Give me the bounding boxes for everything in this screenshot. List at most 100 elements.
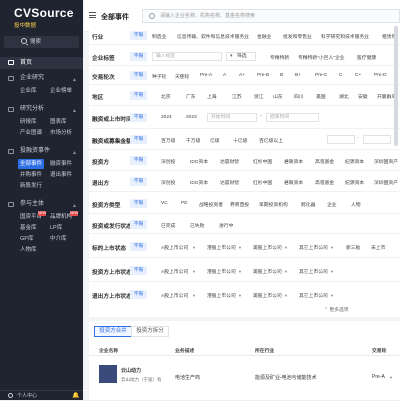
filter-option[interactable]: 深创投 — [161, 158, 175, 165]
tag-input[interactable]: 输入标签 — [152, 52, 222, 61]
filter-option[interactable]: 君联资本 — [284, 179, 303, 186]
filter-option[interactable]: 君联资本 — [284, 158, 303, 165]
filter-option[interactable]: 达晨财智 — [220, 158, 239, 165]
filter-option[interactable]: IDG资本 — [190, 158, 208, 165]
filter-option[interactable]: 专精特新"小巨人"企业 — [298, 54, 345, 61]
sidebar-item-intermediary[interactable]: 中介库 — [50, 234, 67, 244]
start-date-input[interactable]: 开始时间 — [207, 113, 257, 122]
scrollbar[interactable] — [394, 26, 398, 146]
sidebar-item-ipo[interactable]: 新股发行 — [20, 181, 42, 191]
filter-option[interactable]: 科学研究和技术服务业 — [321, 33, 369, 40]
unlimited-option[interactable]: 不限 — [130, 177, 147, 186]
sidebar-bottom[interactable]: 个人中心 🔔 — [0, 390, 83, 400]
unlimited-option[interactable]: 不限 — [130, 220, 147, 229]
sidebar-item-lp[interactable]: LP库 — [50, 223, 62, 233]
unlimited-option[interactable]: 不限 — [130, 91, 147, 100]
unlimited-option[interactable]: 不限 — [130, 290, 147, 299]
filter-option[interactable]: 早期投资机构 — [259, 201, 288, 208]
filter-option[interactable]: 美股上市公司 — [253, 244, 282, 251]
sidebar-search[interactable]: 搜索 — [4, 36, 79, 48]
sidebar-item-brand-org[interactable]: 品牌机构 — [50, 212, 72, 222]
filter-option[interactable]: 专精特新 — [270, 54, 289, 61]
unlimited-option[interactable]: 不限 — [130, 199, 147, 208]
more-options-toggle[interactable]: ⌃ 更多选项 — [324, 306, 349, 313]
unlimited-option[interactable]: 不限 — [130, 52, 147, 61]
filter-option[interactable]: 2023 — [186, 115, 197, 120]
filter-option[interactable]: 其它上市公司 — [299, 244, 328, 251]
sidebar-item-market[interactable]: 市场分析 — [50, 128, 72, 138]
sidebar-item-industry-map[interactable]: 产业图谱 — [20, 128, 42, 138]
filter-option[interactable]: A股上市公司 — [161, 244, 188, 251]
filter-option[interactable]: 已失败 — [190, 222, 204, 229]
filter-option[interactable]: 红杉中国 — [253, 179, 272, 186]
filter-option[interactable]: 亿级 — [210, 137, 220, 144]
sidebar-section-participants[interactable]: 参与主体 ▲ — [0, 199, 83, 210]
filter-option[interactable]: 纪源资本 — [345, 179, 364, 186]
filter-option[interactable]: 深圳国资产 — [374, 179, 398, 186]
filter-option[interactable]: Pre-C — [315, 73, 328, 78]
filter-option[interactable]: 其它上市公司 — [299, 268, 328, 275]
unlimited-option[interactable]: 不限 — [130, 156, 147, 165]
filter-option[interactable]: 券商直投 — [230, 201, 249, 208]
filter-option[interactable]: 2024 — [161, 115, 172, 120]
filter-option[interactable]: 制造业 — [152, 33, 166, 40]
filter-option[interactable]: 上海 — [207, 93, 217, 100]
chevron-down-icon[interactable]: ▼ — [389, 375, 393, 380]
filter-option[interactable]: 深圳国资产 — [374, 158, 398, 165]
sidebar-section-research[interactable]: 研究分析 ▲ — [0, 104, 83, 115]
filter-option[interactable]: 未上市 — [371, 244, 385, 251]
filter-option[interactable]: 广东 — [186, 93, 196, 100]
filter-option[interactable]: 金融业 — [257, 33, 271, 40]
sidebar-item-gp[interactable]: GP库 — [20, 234, 33, 244]
filter-option[interactable]: 高瓴基金 — [315, 158, 334, 165]
filter-option[interactable]: 港股上市公司 — [207, 292, 236, 299]
sidebar-item-mna[interactable]: 并购事件 — [20, 170, 42, 180]
filter-option[interactable]: 红杉中国 — [253, 158, 272, 165]
filter-option[interactable]: 信息传输、软件和信息技术服务业 — [177, 33, 249, 40]
filter-option[interactable]: PE — [181, 201, 187, 206]
filter-option[interactable]: 深创投 — [161, 179, 175, 186]
filter-option[interactable]: 种子轮 — [152, 73, 166, 80]
end-date-input[interactable]: 结束时间 — [266, 113, 319, 122]
filter-option[interactable]: 纪源资本 — [345, 158, 364, 165]
sidebar-item-charts[interactable]: 图表库 — [50, 117, 67, 127]
sidebar-item-fund[interactable]: 基金库 — [20, 223, 37, 233]
filter-option[interactable]: Pre-D — [374, 73, 387, 78]
filter-option[interactable]: B — [280, 73, 283, 78]
filter-option[interactable]: VC — [161, 201, 168, 206]
amount-min-input[interactable] — [327, 135, 355, 144]
filter-option[interactable]: 江苏 — [232, 93, 242, 100]
filter-option[interactable]: 医疗健康 — [357, 54, 376, 61]
filter-option[interactable]: 北京 — [161, 93, 171, 100]
unlimited-option[interactable]: 不限 — [130, 31, 147, 40]
sidebar-item-reports[interactable]: 研报库 — [20, 117, 37, 127]
sidebar-item-people[interactable]: 人物库 — [20, 245, 37, 255]
unlimited-option[interactable]: 不限 — [130, 71, 147, 80]
filter-option[interactable]: A股上市公司 — [161, 268, 188, 275]
tab-investor-split[interactable]: 投资方拆分 — [131, 326, 169, 337]
sidebar-item-company-rank[interactable]: 企业榜单 — [50, 86, 72, 96]
menu-icon[interactable] — [89, 12, 96, 18]
filter-option[interactable]: 山东 — [273, 93, 283, 100]
sidebar-item-company-db[interactable]: 企业库 — [20, 86, 37, 96]
unlimited-option[interactable]: 不限 — [130, 266, 147, 275]
sidebar-section-company[interactable]: 企业研究 ▲ — [0, 73, 83, 84]
filter-option[interactable]: 港股上市公司 — [207, 268, 236, 275]
filter-option[interactable]: 美股上市公司 — [253, 292, 282, 299]
filter-option[interactable]: A+ — [239, 73, 245, 78]
unlimited-option[interactable]: 不限 — [130, 113, 147, 122]
filter-option[interactable]: A — [223, 73, 226, 78]
sidebar-item-financing[interactable]: 融资事件 — [50, 159, 72, 169]
filter-option[interactable]: 安徽 — [358, 93, 368, 100]
filter-option[interactable]: A股上市公司 — [161, 292, 188, 299]
tab-investor-merged[interactable]: 投资方合并 — [94, 326, 132, 337]
filter-option[interactable]: 四川 — [294, 93, 304, 100]
amount-max-input[interactable] — [363, 135, 391, 144]
filter-option[interactable]: 高瓴基金 — [315, 179, 334, 186]
unlimited-option[interactable]: 不限 — [130, 135, 147, 144]
filter-option[interactable]: Pre-A — [200, 73, 212, 78]
filter-option[interactable]: 已完成 — [161, 222, 175, 229]
filter-option[interactable]: 进行中 — [219, 222, 233, 229]
filter-option[interactable]: 孵化器 — [301, 201, 315, 208]
filter-option[interactable]: 美国 — [316, 93, 326, 100]
